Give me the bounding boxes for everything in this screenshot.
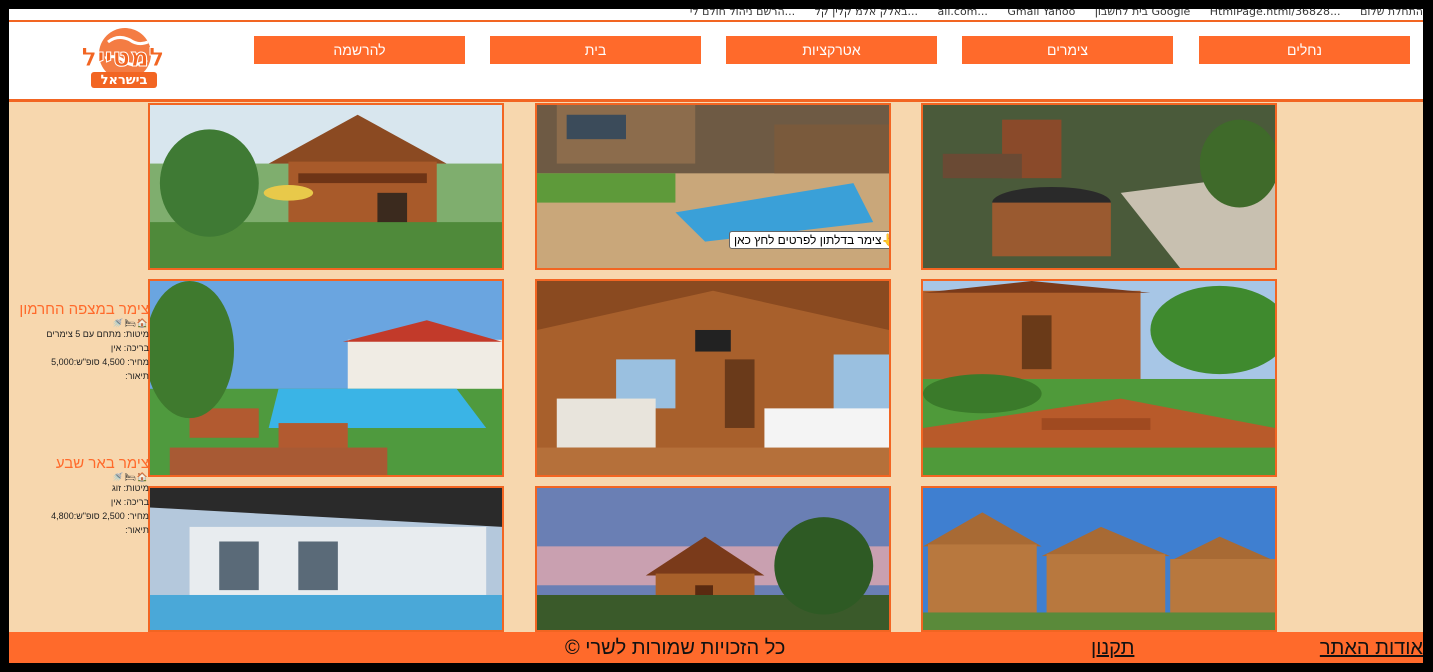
zimmer-photo-tile[interactable]	[535, 279, 891, 477]
logo-subtext: בישראל	[101, 73, 148, 88]
listing-features: מיטות: זוג	[111, 483, 149, 493]
listing-features: מיטות: מתחם עם 5 צימרים	[46, 329, 149, 339]
logo-text: למטייל	[81, 43, 164, 73]
nav-register-button[interactable]: להרשמה	[254, 36, 465, 64]
nav-streams-button[interactable]: נחלים	[1199, 36, 1410, 64]
nav-attractions-button[interactable]: אטרקציות	[726, 36, 937, 64]
bookmark-item[interactable]: התחלת שלום	[1360, 9, 1423, 17]
bookmark-item[interactable]: ...באלק אלמ קלין קל	[815, 9, 918, 17]
bookmarks-bar: התחלת שלום ...36828/HtmlPage.html Google…	[9, 9, 1423, 20]
copyright-text: כל הזכויות שמורות לשרי ©	[565, 637, 786, 659]
hot-tub-garden-image	[923, 105, 1275, 268]
wooden-chalet-image	[150, 105, 502, 268]
listing-price: מחיר: 4,500 סופ"ש:5,000	[51, 357, 149, 367]
site-footer: אודות האתר תקנון כל הזכויות שמורות לשרי …	[9, 632, 1423, 663]
cabins-row-image	[923, 488, 1275, 630]
zimmer-photo-tile[interactable]	[148, 279, 504, 477]
listing-pool: בריכה: אין	[110, 343, 149, 353]
listing-details: צימר במצפה החרמון 🏠🛏🚿 מיטות: מתחם עם 5 צ…	[9, 301, 149, 381]
logo-globe-icon: למטייל בישראל	[81, 28, 165, 88]
wooden-interior-jacuzzi-image	[537, 281, 889, 475]
site-logo[interactable]: למטייל בישראל	[73, 24, 173, 94]
listing-pool: בריכה: אין	[110, 497, 149, 507]
amenity-icons: 🏠🛏🚿	[112, 472, 149, 482]
bookmark-item[interactable]: ...הרשם ניהול חולם לי	[690, 9, 795, 17]
zimmer-photo-tile[interactable]	[921, 103, 1277, 270]
listing-title[interactable]: צימר במצפה החרמון	[9, 301, 149, 318]
cabin-deck-picnic-image	[923, 281, 1275, 475]
listing-description: תיאור:	[125, 371, 149, 381]
zimmer-photo-tile[interactable]: 👆צימר בדלתון לפרטים לחץ כאן	[535, 103, 891, 270]
site-header: נחלים צימרים אטרקציות בית להרשמה למטייל …	[9, 20, 1423, 102]
listing-price: מחיר: 2,500 סופ"ש:4,800	[51, 511, 149, 521]
zimmer-photo-tile[interactable]	[535, 486, 891, 632]
zimmer-photo-tile[interactable]	[148, 103, 504, 270]
bookmark-item[interactable]: Gmail Yahoo	[1007, 9, 1075, 17]
bookmark-item[interactable]: ...36828/HtmlPage.html	[1210, 9, 1341, 17]
terms-link[interactable]: תקנון	[1091, 637, 1134, 660]
amenity-icons: 🏠🛏🚿	[112, 318, 149, 328]
listing-details: צימר באר שבע 🏠🛏🚿 מיטות: זוג בריכה: אין מ…	[9, 455, 149, 535]
nav-zimmers-button[interactable]: צימרים	[962, 36, 1173, 64]
bookmark-item[interactable]: Google בית לחשבון	[1095, 9, 1190, 17]
bookmark-item[interactable]: ...ail.com	[938, 9, 988, 17]
pool-lawn-image	[150, 281, 502, 475]
browser-viewport: התחלת שלום ...36828/HtmlPage.html Google…	[9, 9, 1423, 663]
listing-description: תיאור:	[125, 525, 149, 535]
cabin-sunset-image	[537, 488, 889, 630]
about-link[interactable]: אודות האתר	[1320, 637, 1423, 660]
covered-pool-image	[150, 488, 502, 630]
zimmer-tooltip: 👆צימר בדלתון לפרטים לחץ כאן	[729, 231, 889, 249]
listing-title[interactable]: צימר באר שבע	[9, 455, 149, 472]
zimmer-photo-tile[interactable]	[921, 486, 1277, 632]
zimmer-photo-tile[interactable]	[148, 486, 504, 632]
zimmer-photo-tile[interactable]	[921, 279, 1277, 477]
nav-home-button[interactable]: בית	[490, 36, 701, 64]
